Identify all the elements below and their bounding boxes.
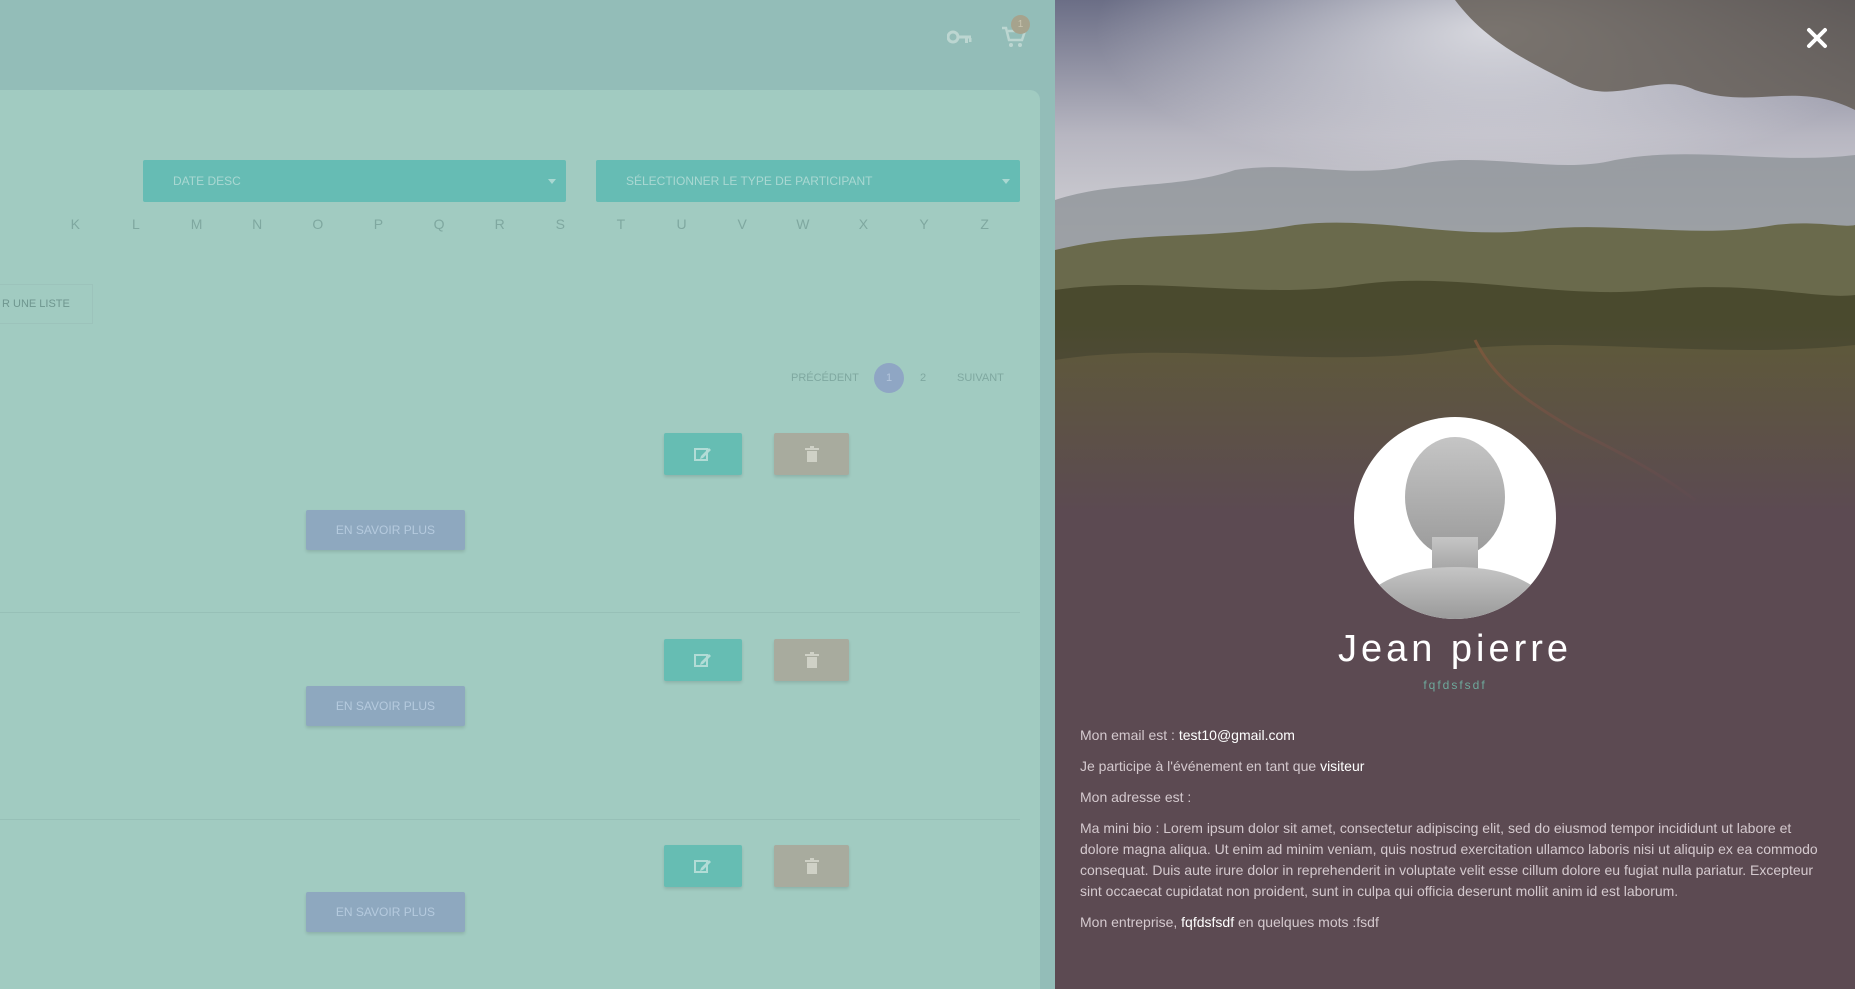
delete-button[interactable] (774, 433, 849, 475)
letter-filter-r[interactable]: R (469, 216, 530, 236)
edit-icon (694, 448, 711, 461)
participant-company-subtitle: fqfdsfsdf (1423, 678, 1487, 692)
trash-icon (804, 446, 819, 462)
cart-count-badge: 1 (1011, 15, 1030, 34)
row-divider (0, 612, 1020, 613)
alphabet-filter: K L M N O P Q R S T U V W X Y Z (45, 216, 1015, 236)
address-line: Mon adresse est : (1080, 789, 1192, 805)
letter-filter-n[interactable]: N (227, 216, 288, 236)
letter-filter-l[interactable]: L (106, 216, 167, 236)
edit-icon (694, 654, 711, 667)
letter-filter-p[interactable]: P (348, 216, 409, 236)
letter-filter-o[interactable]: O (288, 216, 349, 236)
edit-button[interactable] (664, 639, 742, 681)
pagination-previous[interactable]: PRÉCÉDENT (791, 363, 859, 393)
company-line: Mon entreprise, fqfdsfsdf en quelques mo… (1080, 912, 1830, 933)
letter-filter-v[interactable]: V (712, 216, 773, 236)
email-line: Mon email est : test10@gmail.com (1080, 725, 1830, 746)
learn-more-button[interactable]: EN SAVOIR PLUS (306, 892, 465, 932)
sort-select-value: DATE DESC (173, 174, 241, 188)
letter-filter-k[interactable]: K (45, 216, 106, 236)
pagination-page-1[interactable]: 1 (874, 363, 904, 393)
role-value: visiteur (1320, 758, 1365, 774)
key-icon[interactable] (947, 28, 973, 46)
chevron-down-icon (1002, 179, 1010, 184)
delete-button[interactable] (774, 845, 849, 887)
bio-text: Ma mini bio : Lorem ipsum dolor sit amet… (1080, 820, 1818, 899)
row-divider (0, 819, 1020, 820)
company-value: fqfdsfsdf (1181, 914, 1235, 930)
avatar (1354, 417, 1556, 619)
company-words-label: en quelques mots : (1234, 914, 1357, 930)
letter-filter-w[interactable]: W (773, 216, 834, 236)
letter-filter-q[interactable]: Q (409, 216, 470, 236)
learn-more-button[interactable]: EN SAVOIR PLUS (306, 510, 465, 550)
edit-button[interactable] (664, 845, 742, 887)
letter-filter-m[interactable]: M (166, 216, 227, 236)
letter-filter-s[interactable]: S (530, 216, 591, 236)
edit-button[interactable] (664, 433, 742, 475)
company-words-value: fsdf (1356, 914, 1379, 930)
close-icon[interactable] (1805, 26, 1829, 50)
participant-profile-panel: Jean pierre fqfdsfsdf Mon email est : te… (1055, 0, 1855, 989)
trash-icon (804, 858, 819, 874)
pagination-page-2[interactable]: 2 (920, 363, 926, 393)
default-user-silhouette-icon (1354, 437, 1556, 619)
role-line: Je participe à l'événement en tant que v… (1080, 756, 1830, 777)
role-label: Je participe à l'événement en tant que (1080, 758, 1321, 774)
participant-type-select[interactable]: SÉLECTIONNER LE TYPE DE PARTICIPANT (596, 160, 1020, 202)
participant-name: Jean pierre (1337, 628, 1573, 670)
learn-more-button[interactable]: EN SAVOIR PLUS (306, 686, 465, 726)
list-export-button[interactable]: R UNE LISTE (0, 284, 93, 324)
letter-filter-x[interactable]: X (833, 216, 894, 236)
company-label: Mon entreprise, (1080, 914, 1182, 930)
participant-type-placeholder: SÉLECTIONNER LE TYPE DE PARTICIPANT (626, 174, 873, 188)
chevron-down-icon (548, 179, 556, 184)
email-value: test10@gmail.com (1178, 727, 1295, 743)
letter-filter-u[interactable]: U (651, 216, 712, 236)
edit-icon (694, 860, 711, 873)
trash-icon (804, 652, 819, 668)
sort-select[interactable]: DATE DESC (143, 160, 566, 202)
top-bar: 1 (0, 0, 1055, 90)
delete-button[interactable] (774, 639, 849, 681)
main-app-background: 1 DATE DESC SÉLECTIONNER LE TYPE DE PART… (0, 0, 1055, 989)
letter-filter-y[interactable]: Y (894, 216, 955, 236)
letter-filter-t[interactable]: T (591, 216, 652, 236)
letter-filter-z[interactable]: Z (954, 216, 1015, 236)
email-label: Mon email est : (1080, 727, 1179, 743)
participant-info: Mon email est : test10@gmail.com Je part… (1080, 725, 1830, 943)
pagination-next[interactable]: SUIVANT (957, 363, 1004, 393)
